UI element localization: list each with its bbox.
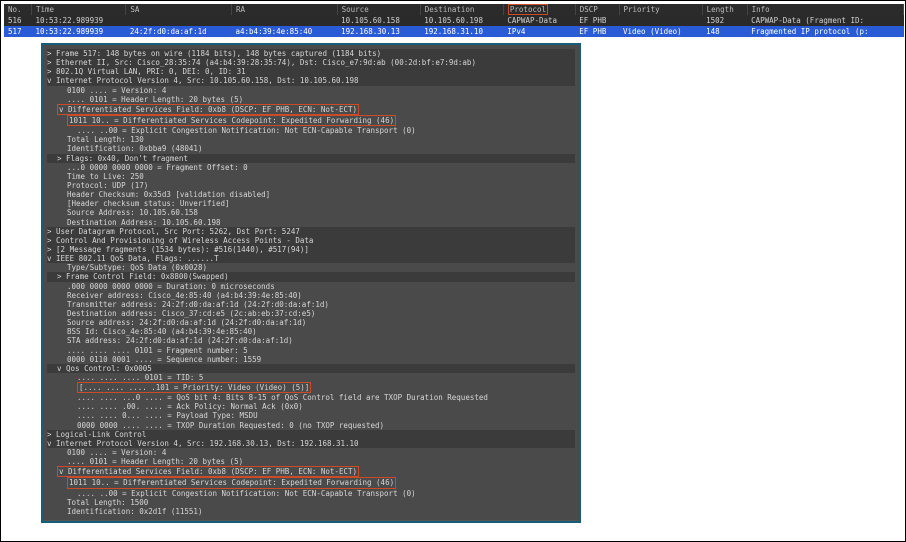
col-destination[interactable]: Destination [420,4,503,15]
tree-item[interactable]: ...0 0000 0000 0000 = Fragment Offset: 0 [47,163,575,172]
tree-item[interactable]: > Frame 517: 148 bytes on wire (1184 bit… [47,49,575,58]
packet-row-selected[interactable]: 517 10:53:22.989939 24:2f:d0:da:af:1d a4… [4,26,904,37]
cell: 24:2f:d0:da:af:1d [126,26,232,37]
packet-row[interactable]: 516 10:53:22.989939 10.105.60.158 10.105… [4,15,904,26]
tree-item[interactable]: [Header checksum status: Unverified] [47,199,575,208]
tree-item[interactable]: .... .... .... 0101 = TID: 5 [47,373,575,382]
tree-item[interactable]: .... .... ...0 .... = QoS bit 4: Bits 8-… [47,393,575,402]
tree-item[interactable]: Identification: 0x2d1f (11551) [47,507,575,516]
tree-item[interactable]: Type/Subtype: QoS Data (0x0028) [47,263,575,272]
col-info[interactable]: Info [747,4,903,15]
tree-item[interactable]: Source Address: 10.105.60.158 [47,208,575,217]
tree-item[interactable]: Destination address: Cisco_37:cd:e5 (2c:… [47,309,575,318]
cell: 10:53:22.989939 [31,26,125,37]
tree-item[interactable]: 0000 0110 0001 .... = Sequence number: 1… [47,355,575,364]
col-protocol[interactable]: Protocol [503,4,575,15]
cell: CAPWAP-Data [503,15,575,26]
col-sa[interactable]: SA [126,4,232,15]
tree-item-highlight[interactable]: v Differentiated Services Field: 0xb8 (D… [47,104,575,115]
cell: CAPWAP-Data (Fragment ID: [747,15,903,26]
tree-item[interactable]: .000 0000 0000 0000 = Duration: 0 micros… [47,282,575,291]
cell: 517 [4,26,31,37]
tree-item[interactable]: Identification: 0xbba9 (48041) [47,144,575,153]
cell [126,15,232,26]
tree-item[interactable]: Time to Live: 250 [47,172,575,181]
cell: 1502 [702,15,747,26]
tree-item[interactable]: Transmitter address: 24:2f:d0:da:af:1d (… [47,300,575,309]
tree-item[interactable]: .... 0101 = Header Length: 20 bytes (5) [47,457,575,466]
cell: IPv4 [503,26,575,37]
cell: 516 [4,15,31,26]
tree-item[interactable]: Source address: 24:2f:d0:da:af:1d (24:2f… [47,318,575,327]
cell: 10:53:22.989939 [31,15,125,26]
tree-item[interactable]: > Control And Provisioning of Wireless A… [47,236,575,245]
tree-item-highlight[interactable]: v Differentiated Services Field: 0xb8 (D… [47,466,575,477]
packet-list[interactable]: No. Time SA RA Source Destination Protoc… [4,4,904,37]
col-priority[interactable]: Priority [619,4,702,15]
tree-item[interactable]: Header Checksum: 0x35d3 [validation disa… [47,190,575,199]
cell: 192.168.30.13 [337,26,420,37]
tree-item[interactable]: > 802.1Q Virtual LAN, PRI: 0, DEI: 0, ID… [47,67,575,76]
tree-item[interactable]: v Qos Control: 0x0005 [47,364,575,373]
tree-item[interactable]: > Flags: 0x40, Don't fragment [47,154,575,163]
cell: 148 [702,26,747,37]
cell: a4:b4:39:4e:85:40 [232,26,338,37]
cell: 10.105.60.198 [420,15,503,26]
tree-item[interactable]: v IEEE 802.11 QoS Data, Flags: ......T [47,254,575,263]
col-length[interactable]: Length [702,4,747,15]
tree-item[interactable]: Protocol: UDP (17) [47,181,575,190]
cell: 192.168.31.10 [420,26,503,37]
cell: Video (Video) [619,26,702,37]
tree-item[interactable]: .... 0101 = Header Length: 20 bytes (5) [47,95,575,104]
cell: Fragmented IP protocol (p: [747,26,903,37]
tree-item[interactable]: .... ..00 = Explicit Congestion Notifica… [47,126,575,135]
tree-item[interactable]: STA address: 24:2f:d0:da:af:1d (24:2f:d0… [47,336,575,345]
col-ra[interactable]: RA [232,4,338,15]
tree-item[interactable]: Receiver address: Cisco_4e:85:40 (a4:b4:… [47,291,575,300]
cell: EF PHB [575,26,619,37]
tree-item[interactable]: .... .... .00. .... = Ack Policy: Normal… [47,402,575,411]
tree-item[interactable]: 0100 .... = Version: 4 [47,86,575,95]
col-source[interactable]: Source [337,4,420,15]
col-dscp[interactable]: DSCP [575,4,619,15]
tree-item[interactable]: .... .... 0... .... = Payload Type: MSDU [47,411,575,420]
tree-item-highlight[interactable]: 1011 10.. = Differentiated Services Code… [47,115,575,126]
tree-item[interactable]: Destination Address: 10.105.60.198 [47,218,575,227]
cell [232,15,338,26]
tree-item[interactable]: Total Length: 130 [47,135,575,144]
tree-item[interactable]: v Internet Protocol Version 4, Src: 10.1… [47,76,575,85]
col-no[interactable]: No. [4,4,31,15]
tree-item[interactable]: > Ethernet II, Src: Cisco_28:35:74 (a4:b… [47,58,575,67]
tree-item[interactable]: 0000 0000 .... .... = TXOP Duration Requ… [47,421,575,430]
cell [619,15,702,26]
cell: EF PHB [575,15,619,26]
tree-item[interactable]: BSS Id: Cisco_4e:85:40 (a4:b4:39:4e:85:4… [47,327,575,336]
col-time[interactable]: Time [31,4,125,15]
tree-item[interactable]: Total Length: 1500 [47,498,575,507]
packet-header-row: No. Time SA RA Source Destination Protoc… [4,4,904,15]
tree-item[interactable]: > [2 Message fragments (1534 bytes): #51… [47,245,575,254]
tree-item[interactable]: > Logical-Link Control [47,430,575,439]
tree-item-highlight[interactable]: [.... .... .... .101 = Priority: Video (… [47,382,575,393]
tree-item[interactable]: > Frame Control Field: 0x8800(Swapped) [47,272,575,281]
cell: 10.105.60.158 [337,15,420,26]
tree-item[interactable]: .... ..00 = Explicit Congestion Notifica… [47,489,575,498]
packet-detail-panel[interactable]: > Frame 517: 148 bytes on wire (1184 bit… [41,43,581,523]
tree-item[interactable]: > User Datagram Protocol, Src Port: 5262… [47,227,575,236]
tree-item-highlight[interactable]: 1011 10.. = Differentiated Services Code… [47,477,575,488]
tree-item[interactable]: v Internet Protocol Version 4, Src: 192.… [47,439,575,448]
tree-item[interactable]: 0100 .... = Version: 4 [47,448,575,457]
tree-item[interactable]: .... .... .... 0101 = Fragment number: 5 [47,346,575,355]
